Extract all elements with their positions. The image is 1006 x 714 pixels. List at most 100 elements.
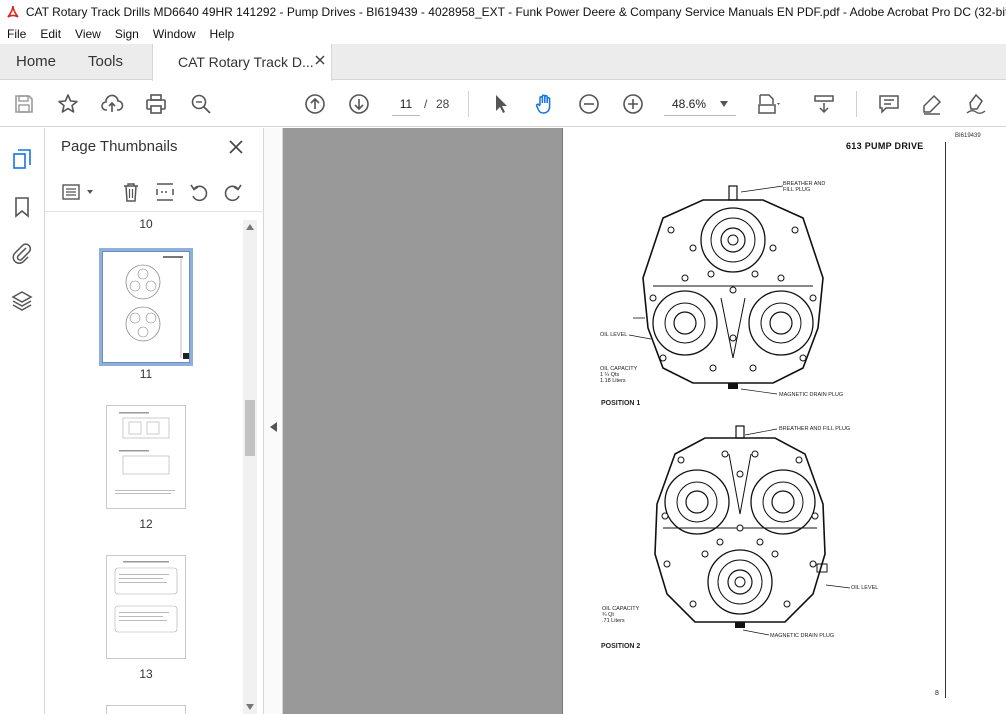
menu-file[interactable]: File	[0, 27, 33, 41]
zoom-out-icon[interactable]	[577, 92, 601, 116]
menu-help[interactable]: Help	[203, 27, 242, 41]
tab-bar: Home Tools CAT Rotary Track D...	[0, 44, 1006, 81]
capacity-1-liters: 1.18 Liters	[600, 378, 626, 384]
thumbnail-list: 10 11 12 13	[45, 213, 255, 714]
leader-line	[629, 334, 652, 340]
scroll-up-icon[interactable]	[246, 224, 254, 230]
thumbnail-page-11[interactable]	[99, 248, 193, 366]
callout-oil-level-1: OIL LEVEL	[600, 332, 628, 338]
thumbnail-label-13: 13	[139, 667, 153, 681]
rotate-clockwise-icon[interactable]	[222, 181, 244, 203]
leader-line	[741, 185, 784, 193]
tab-home[interactable]: Home	[16, 44, 56, 80]
close-panel-icon[interactable]	[228, 139, 244, 155]
rotate-counterclockwise-icon[interactable]	[188, 181, 210, 203]
current-page-input[interactable]: 11	[392, 92, 420, 116]
thumbnail-page-12[interactable]	[106, 405, 186, 509]
menu-sign[interactable]: Sign	[108, 27, 146, 41]
callout-capacity-2: OIL CAPACITY ¾ Qt .71 Liters	[602, 606, 639, 624]
leader-line	[745, 428, 778, 436]
document-tab-label: CAT Rotary Track D...	[178, 54, 314, 70]
zoom-search-icon[interactable]	[189, 92, 213, 116]
collapse-left-icon[interactable]	[270, 422, 277, 432]
callout-drain-2: MAGNETIC DRAIN PLUG	[770, 633, 835, 639]
leader-line	[743, 629, 770, 636]
print-icon[interactable]	[144, 92, 168, 116]
pump-drive-position-1-drawing	[633, 185, 824, 389]
thumbnail-tools	[45, 172, 264, 212]
save-icon[interactable]	[12, 92, 36, 116]
callout-breather-1-line2: FILL PLUG	[783, 187, 811, 193]
close-tab-icon[interactable]	[313, 53, 327, 67]
extract-pages-icon[interactable]	[154, 181, 176, 203]
chevron-down-icon	[720, 101, 728, 107]
position-1-label: POSITION 1	[601, 400, 641, 407]
hand-tool-icon[interactable]	[533, 92, 557, 116]
select-cursor-icon[interactable]	[489, 92, 513, 116]
document-view[interactable]: BI619439 613 PUMP DRIVE BREATHER AND FIL…	[283, 128, 1006, 714]
next-page-icon[interactable]	[347, 92, 371, 116]
panel-title: Page Thumbnails	[61, 138, 178, 155]
bookmark-star-icon[interactable]	[56, 92, 80, 116]
thumbnail-label-11: 11	[139, 367, 153, 381]
total-pages: 28	[436, 97, 450, 111]
margin-rule	[945, 142, 946, 698]
thumbnail-label-12: 12	[139, 517, 153, 531]
thumbnail-page-11-preview	[125, 256, 189, 359]
tab-document[interactable]: CAT Rotary Track D...	[152, 44, 332, 81]
left-navigation-rail	[0, 128, 45, 714]
callout-oil-level-2: OIL LEVEL	[851, 585, 879, 591]
scrollbar-thumb[interactable]	[245, 400, 255, 456]
thumbnail-page-12-preview	[115, 412, 175, 494]
page-thumbnails-icon[interactable]	[10, 148, 34, 172]
callout-drain-1: MAGNETIC DRAIN PLUG	[779, 392, 844, 398]
scroll-down-icon[interactable]	[246, 704, 254, 710]
document-id: BI619439	[955, 133, 981, 139]
sign-pen-icon[interactable]	[964, 92, 988, 116]
pump-drive-position-2-drawing	[654, 425, 828, 628]
layers-icon[interactable]	[10, 289, 34, 313]
thumbnail-scrollbar[interactable]	[243, 220, 257, 714]
callout-breather-2: BREATHER AND FILL PLUG	[779, 426, 851, 432]
title-bar: CAT Rotary Track Drills MD6640 49HR 1412…	[0, 0, 1006, 24]
leader-line	[826, 584, 851, 589]
bookmarks-icon[interactable]	[10, 195, 34, 219]
acrobat-app-icon	[7, 5, 19, 18]
menu-edit[interactable]: Edit	[33, 27, 68, 41]
menu-window[interactable]: Window	[146, 27, 203, 41]
thumbnail-options-icon[interactable]	[61, 181, 95, 203]
scroll-mode-icon[interactable]	[812, 92, 836, 116]
menu-bar: File Edit View Sign Window Help	[0, 24, 1006, 44]
thumbnail-page-14[interactable]	[106, 705, 186, 714]
page-number: 8	[935, 690, 939, 697]
toolbar-divider	[468, 91, 469, 117]
main-toolbar: 11 / 28 48.6%	[0, 81, 1006, 127]
position-2-label: POSITION 2	[601, 643, 641, 650]
page-separator: /	[424, 97, 428, 111]
toolbar-divider	[856, 91, 857, 117]
window-title: CAT Rotary Track Drills MD6640 49HR 1412…	[25, 5, 1006, 19]
capacity-2-liters: .71 Liters	[602, 618, 625, 624]
callout-capacity-1: OIL CAPACITY 1 ¼ Qts 1.18 Liters	[600, 366, 637, 384]
thumbnail-page-13-preview	[114, 561, 178, 633]
highlight-pen-icon[interactable]	[920, 92, 944, 116]
page-fit-icon[interactable]	[756, 92, 780, 116]
leader-line	[741, 388, 778, 395]
delete-pages-icon[interactable]	[120, 181, 142, 203]
attachments-icon[interactable]	[10, 241, 34, 265]
page-thumbnails-panel: Page Thumbnails 10 11 12 13	[45, 128, 264, 714]
thumbnail-label-10: 10	[139, 217, 153, 231]
tab-tools[interactable]: Tools	[88, 44, 123, 80]
comment-icon[interactable]	[877, 92, 901, 116]
page-heading: 613 PUMP DRIVE	[846, 141, 924, 151]
panel-collapse-strip[interactable]	[264, 128, 283, 714]
zoom-level-value: 48.6%	[672, 97, 707, 111]
callout-breather-1: BREATHER AND FILL PLUG	[783, 181, 825, 193]
upload-cloud-icon[interactable]	[100, 92, 124, 116]
zoom-in-icon[interactable]	[621, 92, 645, 116]
previous-page-icon[interactable]	[303, 92, 327, 116]
thumbnail-page-13[interactable]	[106, 555, 186, 659]
zoom-level-dropdown[interactable]: 48.6%	[664, 92, 736, 116]
pdf-page: BI619439 613 PUMP DRIVE BREATHER AND FIL…	[562, 128, 1006, 714]
menu-view[interactable]: View	[68, 27, 108, 41]
